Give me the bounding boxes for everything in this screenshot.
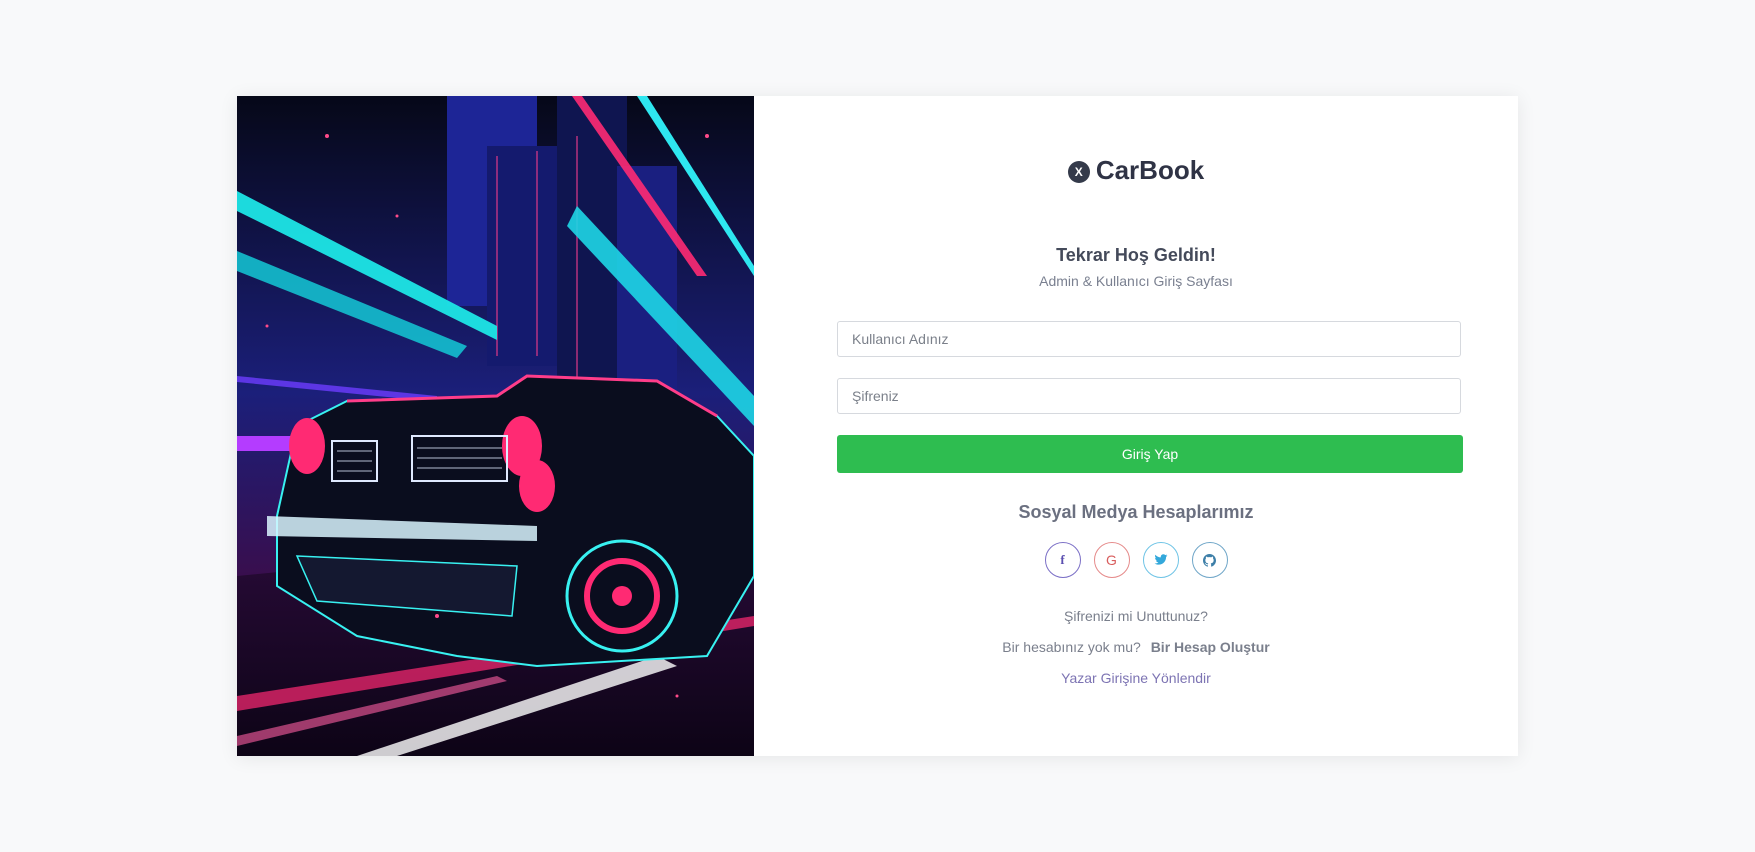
facebook-icon: f — [1060, 552, 1065, 567]
welcome-heading: Tekrar Hoş Geldin! — [1056, 245, 1216, 265]
brand-name: CarBook — [1095, 155, 1205, 185]
forgot-password-link[interactable]: Şifrenizi mi Unuttunuz? — [1064, 608, 1208, 624]
facebook-button[interactable]: f — [1044, 542, 1081, 578]
login-panel: X CarBook Tekrar Hoş Geldin! Admin & Kull… — [754, 96, 1518, 756]
create-account-link[interactable]: Bir Hesap Oluştur — [1151, 639, 1270, 655]
username-input[interactable] — [837, 321, 1461, 357]
twitter-icon — [1154, 554, 1167, 565]
password-input[interactable] — [837, 378, 1461, 414]
brand-logo[interactable]: X CarBook — [754, 155, 1518, 186]
hero-car-illustration — [237, 96, 754, 756]
login-card: X CarBook Tekrar Hoş Geldin! Admin & Kull… — [237, 96, 1518, 756]
writer-login-row: Yazar Girişine Yönlendir — [754, 670, 1518, 686]
no-account-text: Bir hesabınız yok mu? — [1002, 639, 1141, 655]
signup-row: Bir hesabınız yok mu? Bir Hesap Oluştur — [754, 639, 1518, 655]
login-button[interactable]: Giriş Yap — [837, 435, 1463, 473]
login-subtitle: Admin & Kullanıcı Giriş Sayfası — [1039, 273, 1233, 289]
neon-car-artwork — [237, 96, 754, 756]
carbook-logo-icon: X — [1067, 161, 1090, 183]
google-icon: G — [1106, 552, 1117, 568]
writer-login-link[interactable]: Yazar Girişine Yönlendir — [1061, 670, 1211, 686]
social-media-heading: Sosyal Medya Hesaplarımız — [1018, 502, 1254, 522]
twitter-button[interactable] — [1142, 542, 1179, 578]
github-button[interactable] — [1191, 542, 1228, 578]
social-links: f G — [754, 542, 1518, 578]
forgot-password-row: Şifrenizi mi Unuttunuz? — [754, 608, 1518, 624]
google-button[interactable]: G — [1093, 542, 1130, 578]
github-icon — [1203, 553, 1216, 567]
